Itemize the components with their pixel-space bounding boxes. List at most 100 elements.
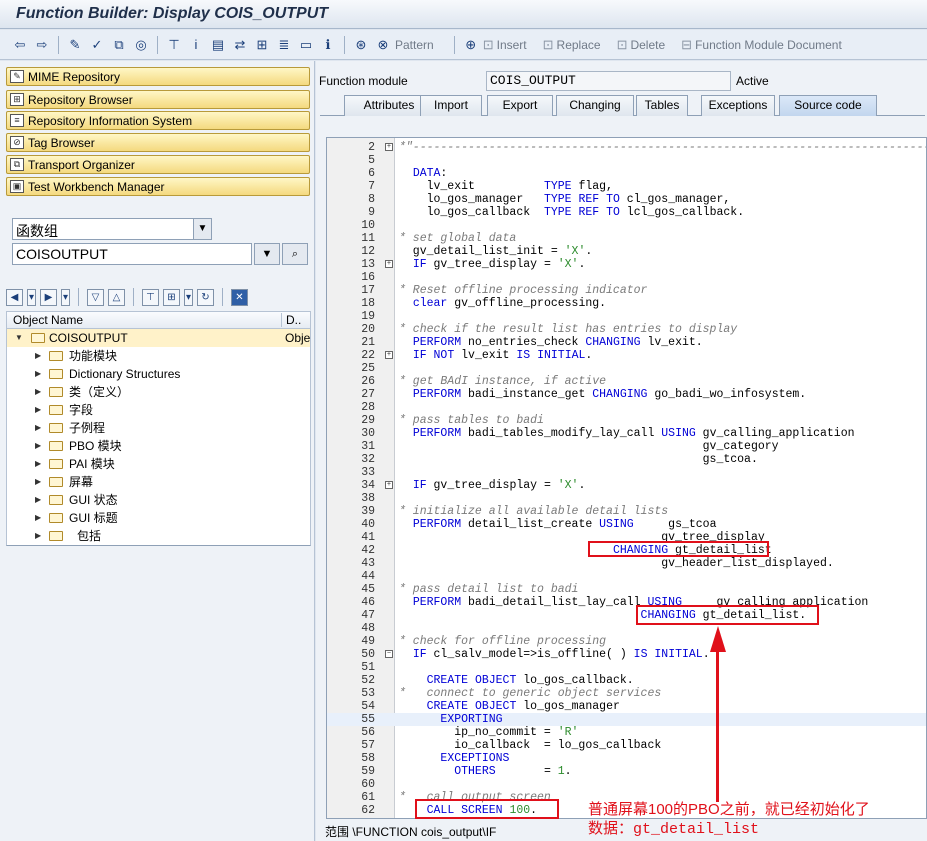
collapsed-icon[interactable]: ▶ bbox=[35, 437, 41, 455]
fold-toggle-icon[interactable]: + bbox=[385, 260, 393, 268]
collapsed-icon[interactable]: ▶ bbox=[35, 455, 41, 473]
code-line[interactable]: 7 lv_exit TYPE flag, bbox=[327, 180, 926, 193]
tree-node[interactable]: ▶ 屏幕 bbox=[7, 473, 310, 491]
forward-icon[interactable]: ⇨ bbox=[32, 35, 52, 55]
code-line[interactable]: 39 * initialize all available detail list… bbox=[327, 505, 926, 518]
code-line[interactable]: 6 DATA: bbox=[327, 167, 926, 180]
code-line[interactable]: 45 * pass detail list to badi bbox=[327, 583, 926, 596]
tree-icon[interactable]: ⊞ bbox=[252, 35, 272, 55]
help-icon[interactable]: ℹ bbox=[318, 35, 338, 55]
code-line[interactable]: 31 gv_category bbox=[327, 440, 926, 453]
window-icon[interactable]: ▭ bbox=[296, 35, 316, 55]
fold-toggle-icon[interactable]: − bbox=[385, 650, 393, 658]
code-line[interactable]: 12 gv_detail_list_init = 'X'. bbox=[327, 245, 926, 258]
tree-node[interactable]: ▶ 包括 bbox=[7, 527, 310, 545]
source-code-editor[interactable]: 2 + *"------------------------------------… bbox=[326, 137, 927, 819]
code-line[interactable]: 16 bbox=[327, 271, 926, 284]
tab-export[interactable]: Export bbox=[487, 95, 553, 116]
collapsed-icon[interactable]: ▶ bbox=[35, 509, 41, 527]
nav-repository-info-system[interactable]: ≡ Repository Information System bbox=[6, 111, 310, 130]
collapsed-icon[interactable]: ▶ bbox=[35, 401, 41, 419]
tab-tables[interactable]: Tables bbox=[636, 95, 688, 116]
code-line[interactable]: 54 CREATE OBJECT lo_gos_manager bbox=[327, 700, 926, 713]
code-line[interactable]: 32 gs_tcoa. bbox=[327, 453, 926, 466]
code-line[interactable]: 34 + IF gv_tree_display = 'X'. bbox=[327, 479, 926, 492]
tree-node[interactable]: ▶ 功能模块 bbox=[7, 347, 310, 365]
tree-node[interactable]: ▶ Dictionary Structures bbox=[7, 365, 310, 383]
code-line[interactable]: 29 * pass tables to badi bbox=[327, 414, 926, 427]
code-line[interactable]: 59 OTHERS = 1. bbox=[327, 765, 926, 778]
close-icon[interactable]: ✕ bbox=[231, 288, 248, 306]
code-line[interactable]: 55 EXPORTING bbox=[327, 713, 926, 726]
expand-icon[interactable]: △ bbox=[108, 288, 125, 306]
pattern-button[interactable]: Pattern bbox=[395, 38, 434, 52]
column-description[interactable]: D.. bbox=[281, 313, 301, 327]
nav-tag-browser[interactable]: ⊘ Tag Browser bbox=[6, 133, 310, 152]
collapsed-icon[interactable]: ▶ bbox=[35, 527, 41, 545]
hierarchy-icon[interactable]: ⊤ bbox=[164, 35, 184, 55]
collapsed-icon[interactable]: ▶ bbox=[35, 347, 41, 365]
code-line[interactable]: 33 bbox=[327, 466, 926, 479]
tab-import[interactable]: Import bbox=[420, 95, 482, 116]
display-object-list-icon[interactable]: ▤ bbox=[208, 35, 228, 55]
display-glasses-button[interactable]: ⌕ bbox=[282, 243, 308, 265]
code-line[interactable]: 10 bbox=[327, 219, 926, 232]
code-line[interactable]: 47 CHANGING gt_detail_list. bbox=[327, 609, 926, 622]
collapsed-icon[interactable]: ▶ bbox=[35, 491, 41, 509]
code-line[interactable]: 52 CREATE OBJECT lo_gos_callback. bbox=[327, 674, 926, 687]
code-line[interactable]: 50 − IF cl_salv_model=>is_offline( ) IS I… bbox=[327, 648, 926, 661]
code-line[interactable]: 57 io_callback = lo_gos_callback bbox=[327, 739, 926, 752]
code-line[interactable]: 9 lo_gos_callback TYPE REF TO lcl_gos_ca… bbox=[327, 206, 926, 219]
code-line[interactable]: 11 * set global data bbox=[327, 232, 926, 245]
tab-changing[interactable]: Changing bbox=[556, 95, 634, 116]
code-line[interactable]: 21 PERFORM no_entries_check CHANGING lv_… bbox=[327, 336, 926, 349]
nav-mime-repository[interactable]: ✎ MIME Repository bbox=[6, 67, 310, 86]
fold-toggle-icon[interactable]: + bbox=[385, 481, 393, 489]
code-line[interactable]: 22 + IF NOT lv_exit IS INITIAL. bbox=[327, 349, 926, 362]
code-line[interactable]: 17 * Reset offline processing indicator bbox=[327, 284, 926, 297]
code-line[interactable]: 44 bbox=[327, 570, 926, 583]
back-icon[interactable]: ⇦ bbox=[10, 35, 30, 55]
nav-transport-organizer[interactable]: ⧉ Transport Organizer bbox=[6, 155, 310, 174]
code-line[interactable]: 13 + IF gv_tree_display = 'X'. bbox=[327, 258, 926, 271]
fm-documentation-button[interactable]: ⊟ Function Module Document bbox=[681, 37, 842, 53]
object-name-input[interactable]: COISOUTPUT bbox=[12, 243, 252, 265]
check-icon[interactable]: ✓ bbox=[87, 35, 107, 55]
tree-node[interactable]: ▶ 类（定义） bbox=[7, 383, 310, 401]
chevron-down-icon[interactable]: ▼ bbox=[193, 219, 211, 239]
next-menu-icon[interactable]: ▾ bbox=[61, 288, 70, 306]
replace-button[interactable]: ⊡ Replace bbox=[543, 37, 601, 53]
code-line[interactable]: 60 bbox=[327, 778, 926, 791]
hierarchy-tree-icon[interactable]: ⊤ bbox=[142, 288, 159, 306]
function-module-field[interactable]: COIS_OUTPUT bbox=[486, 71, 731, 91]
collapsed-icon[interactable]: ▶ bbox=[35, 419, 41, 437]
code-line[interactable]: 18 clear gv_offline_processing. bbox=[327, 297, 926, 310]
code-line[interactable]: 40 PERFORM detail_list_create USING gs_t… bbox=[327, 518, 926, 531]
tree-node[interactable]: ▶ GUI 标题 bbox=[7, 509, 310, 527]
code-line[interactable]: 53 * connect to generic object services bbox=[327, 687, 926, 700]
code-line[interactable]: 46 PERFORM badi_detail_list_lay_call USI… bbox=[327, 596, 926, 609]
code-line[interactable]: 5 bbox=[327, 154, 926, 167]
grid-menu-icon[interactable]: ▾ bbox=[184, 288, 193, 306]
code-line[interactable]: 38 bbox=[327, 492, 926, 505]
tab-exceptions[interactable]: Exceptions bbox=[701, 95, 775, 116]
pretty-printer-icon[interactable]: ⊕ bbox=[461, 35, 481, 55]
code-line[interactable]: 19 bbox=[327, 310, 926, 323]
navigate-icon[interactable]: ⇄ bbox=[230, 35, 250, 55]
code-line[interactable]: 48 bbox=[327, 622, 926, 635]
insert-button[interactable]: ⊡ Insert bbox=[483, 37, 527, 53]
collapsed-icon[interactable]: ▶ bbox=[35, 473, 41, 491]
test-icon[interactable]: ⊛ bbox=[351, 35, 371, 55]
previous-menu-icon[interactable]: ▾ bbox=[27, 288, 36, 306]
code-line[interactable]: 26 * get BAdI instance, if active bbox=[327, 375, 926, 388]
object-type-select[interactable]: 函数组 ▼ bbox=[12, 218, 212, 240]
tree-node[interactable]: ▶ GUI 状态 bbox=[7, 491, 310, 509]
fold-toggle-icon[interactable]: + bbox=[385, 143, 393, 151]
column-object-name[interactable]: Object Name bbox=[13, 313, 83, 327]
stack-icon[interactable]: ≣ bbox=[274, 35, 294, 55]
code-line[interactable]: 8 lo_gos_manager TYPE REF TO cl_gos_mana… bbox=[327, 193, 926, 206]
nav-repository-browser[interactable]: ⊞ Repository Browser bbox=[6, 90, 310, 109]
collapse-icon[interactable]: ▽ bbox=[87, 288, 104, 306]
fold-toggle-icon[interactable]: + bbox=[385, 351, 393, 359]
tab-source-code[interactable]: Source code bbox=[779, 95, 877, 116]
